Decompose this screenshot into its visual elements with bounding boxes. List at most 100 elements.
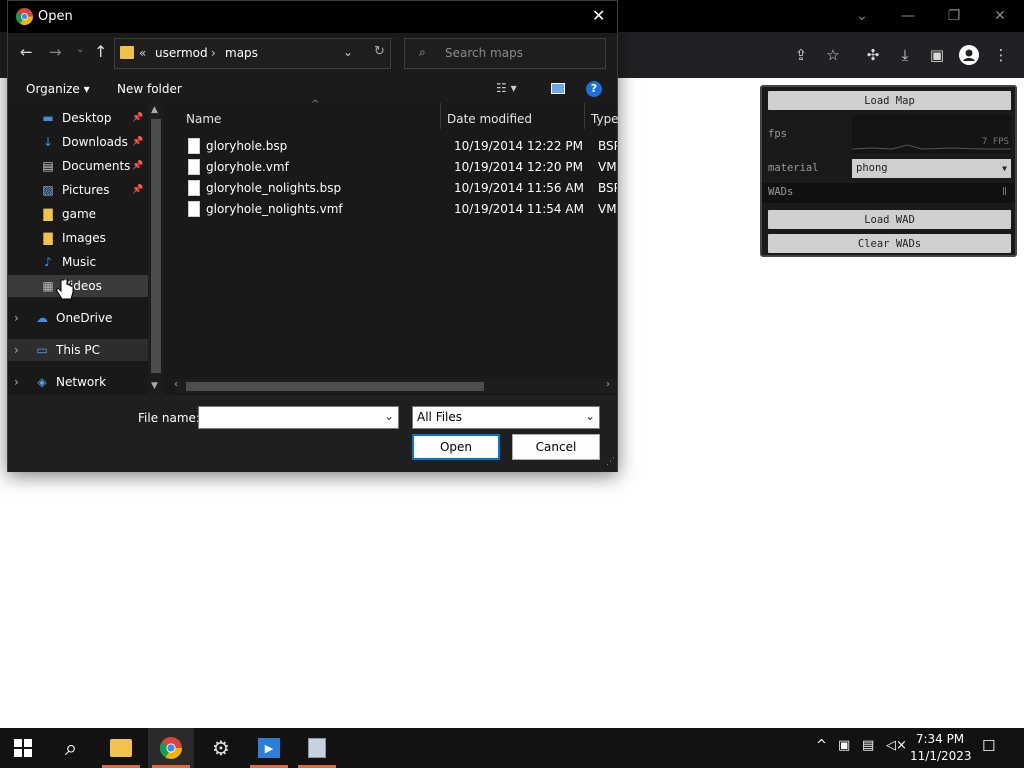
search-taskbar-icon[interactable]: ⌕ bbox=[48, 728, 94, 768]
view-options-icon[interactable]: ☷ ▾ bbox=[496, 81, 517, 95]
profile-icon[interactable] bbox=[958, 44, 980, 66]
file-type: BSP F bbox=[598, 139, 617, 153]
app-gear-taskbar-icon[interactable]: ⚙ bbox=[198, 728, 244, 768]
scroll-right-icon[interactable]: › bbox=[606, 379, 610, 390]
column-date-modified[interactable]: Date modified bbox=[447, 109, 532, 129]
address-dropdown-icon[interactable]: ⌄ bbox=[343, 45, 353, 59]
filetype-select[interactable]: All Files ⌄ bbox=[412, 406, 600, 429]
download-icon[interactable]: ⤓ bbox=[894, 44, 916, 66]
pin-icon: 📌 bbox=[132, 113, 144, 123]
filename-input[interactable]: ⌄ bbox=[198, 406, 399, 429]
menu-icon[interactable]: ⋮ bbox=[990, 44, 1012, 66]
load-map-button[interactable]: Load Map bbox=[768, 91, 1011, 110]
file-date: 10/19/2014 12:22 PM bbox=[454, 139, 583, 153]
column-separator[interactable] bbox=[440, 103, 441, 129]
restore-icon[interactable]: ❐ bbox=[944, 6, 964, 26]
preview-pane-icon[interactable] bbox=[551, 83, 565, 94]
nav-item[interactable]: ↓ Downloads 📌 bbox=[8, 131, 148, 153]
file-explorer-taskbar-icon[interactable] bbox=[98, 728, 144, 768]
tray-chevron-icon[interactable]: ^ bbox=[816, 738, 827, 753]
fps-value: 7 FPS bbox=[981, 137, 1009, 147]
media-player-taskbar-icon[interactable]: ▶ bbox=[246, 728, 292, 768]
start-button[interactable] bbox=[0, 728, 46, 768]
horizontal-scroll-thumb[interactable] bbox=[186, 382, 484, 391]
nav-item[interactable]: ▇ game bbox=[8, 203, 148, 225]
nav-item[interactable]: › ☁ OneDrive bbox=[8, 307, 148, 329]
column-separator[interactable] bbox=[584, 103, 585, 129]
nav-item[interactable]: › ◈ Network bbox=[8, 371, 148, 393]
clear-wads-button[interactable]: Clear WADs bbox=[768, 234, 1011, 253]
extensions-icon[interactable]: ✣ bbox=[862, 44, 884, 66]
column-name[interactable]: Name bbox=[186, 109, 221, 129]
close-window-icon[interactable]: ✕ bbox=[990, 6, 1010, 26]
column-type[interactable]: Type bbox=[591, 109, 619, 129]
nav-item[interactable]: ♪ Music bbox=[8, 251, 148, 273]
back-icon[interactable]: ← bbox=[20, 43, 33, 61]
open-button[interactable]: Open bbox=[412, 434, 500, 460]
nav-item[interactable]: ▦ Videos bbox=[8, 275, 148, 297]
cancel-button[interactable]: Cancel bbox=[512, 434, 600, 460]
new-folder-button[interactable]: New folder bbox=[117, 82, 182, 96]
file-type: VMF bbox=[598, 202, 617, 216]
up-icon[interactable]: ↑ bbox=[94, 42, 107, 61]
taskbar-date[interactable]: 11/1/2023 bbox=[910, 749, 972, 763]
network-icon: ◈ bbox=[37, 375, 47, 389]
nav-item[interactable]: ▇ Images bbox=[8, 227, 148, 249]
nav-scrollbar[interactable]: ▲ ▼ bbox=[148, 103, 164, 395]
tab-search-icon[interactable]: ⌄ bbox=[852, 6, 872, 26]
chrome-taskbar-icon[interactable] bbox=[148, 728, 194, 768]
help-icon[interactable]: ? bbox=[586, 81, 602, 97]
tray-app-icon[interactable]: ▣ bbox=[838, 738, 850, 753]
load-wad-button[interactable]: Load WAD bbox=[768, 210, 1011, 229]
nav-item[interactable]: ▨ Pictures 📌 bbox=[8, 179, 148, 201]
nav-item[interactable]: ▤ Documents 📌 bbox=[8, 155, 148, 177]
file-row[interactable]: gloryhole_nolights.vmf 10/19/2014 11:54 A… bbox=[166, 199, 617, 220]
bookmark-star-icon[interactable]: ☆ bbox=[822, 44, 844, 66]
nav-item-label: This PC bbox=[56, 343, 100, 357]
notification-icon[interactable]: ☐ bbox=[982, 737, 995, 755]
videos-icon: ▦ bbox=[42, 279, 54, 293]
side-panel-icon[interactable]: ▣ bbox=[926, 44, 948, 66]
search-box[interactable]: ⌕ Search maps bbox=[404, 38, 606, 69]
refresh-icon[interactable]: ↻ bbox=[374, 44, 385, 59]
file-type: VMF bbox=[598, 160, 617, 174]
horizontal-scrollbar[interactable]: ‹ › bbox=[174, 379, 617, 393]
search-input[interactable]: Search maps bbox=[445, 46, 523, 60]
organize-menu[interactable]: Organize ▾ bbox=[26, 82, 90, 96]
expand-chevron-icon[interactable]: › bbox=[14, 375, 19, 389]
share-icon[interactable]: ⇪ bbox=[790, 44, 812, 66]
nav-item-label: Pictures bbox=[62, 183, 110, 197]
network-status-icon[interactable]: ▤ bbox=[862, 738, 874, 753]
this-pc-icon: ▭ bbox=[36, 343, 48, 357]
material-select[interactable]: phong ▼ bbox=[852, 159, 1011, 178]
file-row[interactable]: gloryhole.vmf 10/19/2014 12:20 PM VMF bbox=[166, 157, 617, 178]
address-box[interactable]: « usermod › maps ⌄ ↻ bbox=[114, 38, 391, 69]
filename-label: File name: bbox=[138, 411, 200, 425]
scroll-up-icon[interactable]: ▲ bbox=[151, 105, 158, 115]
breadcrumb-root[interactable]: « bbox=[139, 46, 146, 60]
notepad-taskbar-icon[interactable] bbox=[294, 728, 340, 768]
expand-chevron-icon[interactable]: › bbox=[14, 343, 19, 357]
filename-dropdown-icon[interactable]: ⌄ bbox=[384, 409, 394, 423]
breadcrumb-maps[interactable]: maps bbox=[225, 46, 258, 60]
minimize-icon[interactable]: — bbox=[898, 6, 918, 26]
taskbar-time[interactable]: 7:34 PM bbox=[910, 732, 970, 746]
nav-item-label: game bbox=[62, 207, 97, 221]
nav-scroll-thumb[interactable] bbox=[151, 119, 161, 373]
file-row[interactable]: gloryhole_nolights.bsp 10/19/2014 11:56 A… bbox=[166, 178, 617, 199]
forward-icon[interactable]: → bbox=[49, 43, 62, 61]
nav-item[interactable]: ▬ Desktop 📌 bbox=[8, 107, 148, 129]
scroll-left-icon[interactable]: ‹ bbox=[174, 379, 178, 390]
recent-chevron-icon[interactable]: ⌄ bbox=[76, 44, 84, 55]
expand-chevron-icon[interactable]: › bbox=[14, 311, 19, 325]
breadcrumb-usermod[interactable]: usermod bbox=[155, 46, 208, 60]
wads-folder-header[interactable]: WADs ‖ bbox=[762, 183, 1015, 203]
file-row[interactable]: gloryhole.bsp 10/19/2014 12:22 PM BSP F bbox=[166, 136, 617, 157]
volume-muted-icon[interactable]: ◁× bbox=[886, 738, 907, 753]
resize-grip-icon[interactable]: ⋰ bbox=[606, 457, 615, 467]
fps-label: fps bbox=[768, 128, 787, 140]
nav-item[interactable]: › ▭ This PC bbox=[8, 339, 148, 361]
nav-item-label: Downloads bbox=[62, 135, 128, 149]
scroll-down-icon[interactable]: ▼ bbox=[151, 381, 158, 391]
dialog-close-icon[interactable]: ✕ bbox=[592, 6, 605, 25]
